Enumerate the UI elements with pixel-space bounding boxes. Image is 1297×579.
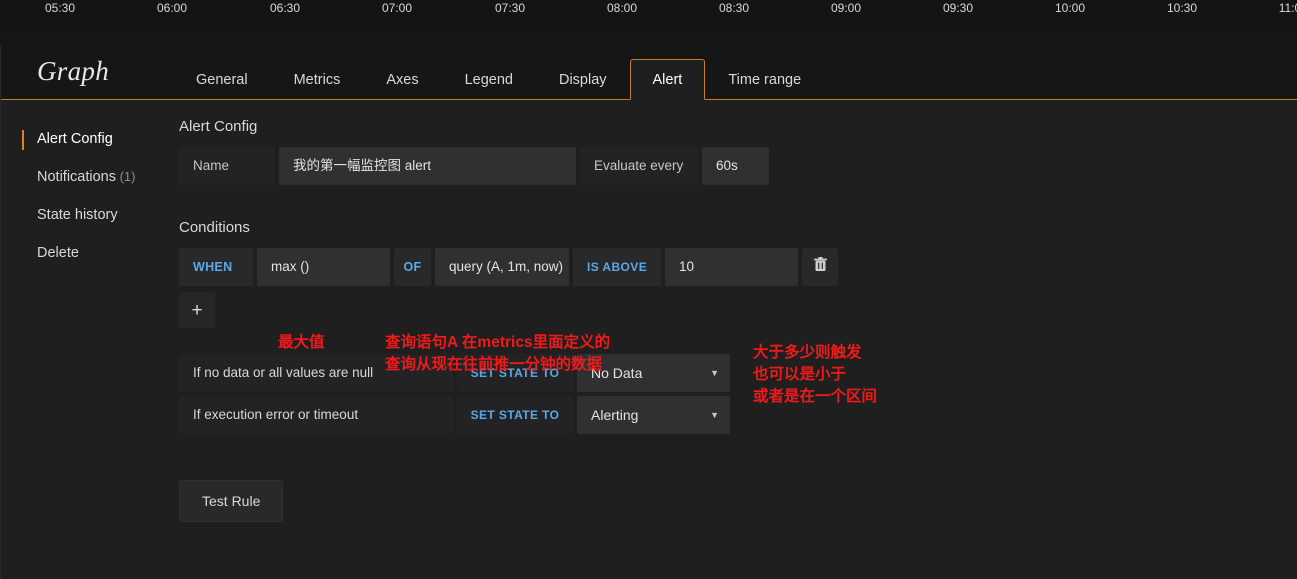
time-axis-tick: 08:00 bbox=[606, 1, 638, 15]
time-axis-tick: 11:0 bbox=[1278, 1, 1297, 15]
annotation-text: 大于多少则触发 也可以是小于 或者是在一个区间 bbox=[753, 344, 878, 405]
condition-of-label: OF bbox=[394, 248, 431, 286]
name-label: Name bbox=[179, 147, 275, 185]
sidebar-item-state-history[interactable]: State history bbox=[1, 196, 179, 234]
sidebar-item-label: Notifications bbox=[37, 169, 116, 185]
tab-display[interactable]: Display bbox=[536, 59, 630, 99]
panel-editor: Graph General Metrics Axes Legend Display Ale… bbox=[0, 46, 1297, 579]
annotation-text: 最大值 bbox=[278, 334, 325, 351]
annotation-text: 查询语句A 在metrics里面定义的 查询从现在往前推一分钟的数据 bbox=[385, 334, 611, 373]
condition-evaluator-select[interactable]: IS ABOVE bbox=[573, 248, 661, 286]
graph-time-axis: 05:30 06:00 06:30 07:00 07:30 08:00 08:30 09:00… bbox=[0, 0, 1297, 30]
conditions-heading: Conditions bbox=[179, 219, 250, 236]
condition-when-label: WHEN bbox=[179, 248, 253, 286]
sidebar-item-count: (1) bbox=[115, 169, 136, 184]
condition-threshold-input[interactable]: 10 bbox=[665, 248, 798, 286]
sidebar-item-label: State history bbox=[37, 207, 118, 223]
sidebar-item-alert-config[interactable]: Alert Config bbox=[1, 120, 179, 158]
time-axis-tick: 10:00 bbox=[1054, 1, 1086, 15]
alert-name-row: Name 我的第一幅监控图 alert Evaluate every 60s bbox=[179, 147, 1297, 185]
editor-tabs: General Metrics Axes Legend Display Alert Time… bbox=[173, 46, 824, 100]
tab-general[interactable]: General bbox=[173, 59, 271, 99]
tab-time-range[interactable]: Time range bbox=[705, 59, 824, 99]
time-axis-tick: 08:30 bbox=[718, 1, 750, 15]
sidebar-item-delete[interactable]: Delete bbox=[1, 234, 179, 272]
handler-row: If execution error or timeout SET STATE T… bbox=[179, 396, 1297, 434]
alert-content: Alert Config Name 我的第一幅监控图 alert Evaluat… bbox=[179, 100, 1297, 578]
tab-alert[interactable]: Alert bbox=[629, 59, 706, 100]
editor-tab-bar: Graph General Metrics Axes Legend Display Ale… bbox=[1, 46, 1297, 100]
condition-row: WHEN max () OF query (A, 1m, now) IS ABO… bbox=[179, 248, 1297, 286]
condition-reducer-select[interactable]: max () bbox=[257, 248, 390, 286]
time-axis-tick: 09:00 bbox=[830, 1, 862, 15]
tab-legend[interactable]: Legend bbox=[442, 59, 536, 99]
tab-axes[interactable]: Axes bbox=[363, 59, 441, 99]
handler-state-value: Alerting bbox=[591, 407, 639, 423]
time-axis-tick: 07:00 bbox=[381, 1, 413, 15]
time-axis-tick: 06:30 bbox=[269, 1, 301, 15]
handler-condition-label: If execution error or timeout bbox=[179, 396, 453, 434]
time-axis-tick: 09:30 bbox=[942, 1, 974, 15]
alert-sidebar: Alert Config Notifications (1) State histo… bbox=[1, 100, 179, 578]
delete-condition-button[interactable] bbox=[802, 248, 838, 286]
add-condition-button[interactable]: + bbox=[179, 292, 215, 328]
handler-row: If no data or all values are null SET STA… bbox=[179, 354, 1297, 392]
alert-config-heading: Alert Config bbox=[179, 118, 258, 135]
chevron-down-icon: ▼ bbox=[710, 368, 719, 378]
editor-body: Alert Config Notifications (1) State histo… bbox=[1, 100, 1297, 578]
panel-type-title: Graph bbox=[37, 56, 110, 86]
alert-handlers: If no data or all values are null SET STA… bbox=[179, 354, 1297, 434]
time-axis-tick: 10:30 bbox=[1166, 1, 1198, 15]
evaluate-every-input[interactable]: 60s bbox=[702, 147, 769, 185]
time-axis-tick: 07:30 bbox=[494, 1, 526, 15]
time-axis-tick: 05:30 bbox=[44, 1, 76, 15]
sidebar-item-label: Alert Config bbox=[37, 131, 113, 147]
handler-state-select[interactable]: Alerting ▼ bbox=[577, 396, 730, 434]
handler-set-state-label: SET STATE TO bbox=[457, 396, 573, 434]
evaluate-every-label: Evaluate every bbox=[580, 147, 698, 185]
sidebar-item-label: Delete bbox=[37, 245, 79, 261]
screen-root: 05:30 06:00 06:30 07:00 07:30 08:00 08:30 09:00… bbox=[0, 0, 1297, 579]
test-rule-button[interactable]: Test Rule bbox=[179, 480, 284, 522]
condition-query-select[interactable]: query (A, 1m, now) bbox=[435, 248, 569, 286]
name-input[interactable]: 我的第一幅监控图 alert bbox=[279, 147, 576, 185]
chevron-down-icon: ▼ bbox=[710, 410, 719, 420]
sidebar-item-notifications[interactable]: Notifications (1) bbox=[1, 158, 179, 196]
tab-metrics[interactable]: Metrics bbox=[271, 59, 364, 99]
time-axis-tick: 06:00 bbox=[156, 1, 188, 15]
trash-icon bbox=[813, 257, 827, 277]
